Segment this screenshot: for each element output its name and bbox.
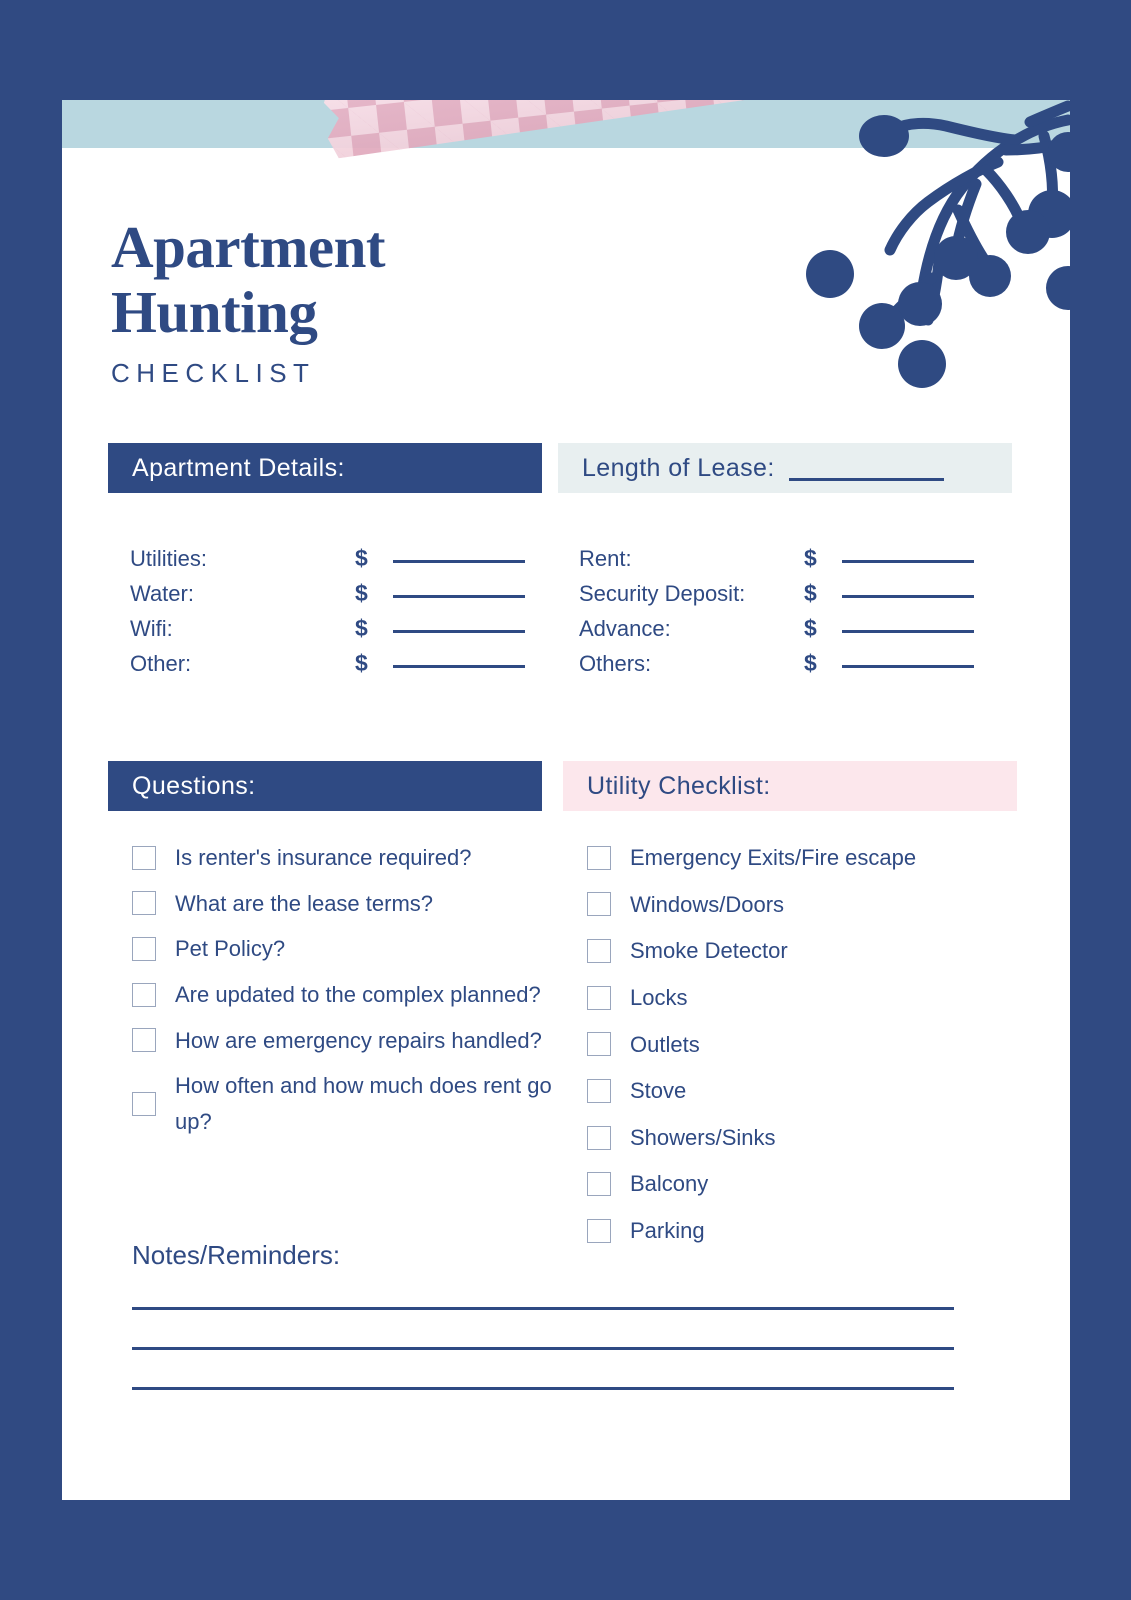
- field-input-rent[interactable]: [842, 560, 974, 563]
- section-header-length-of-lease-label: Length of Lease:: [582, 453, 775, 482]
- list-item[interactable]: Is renter's insurance required?: [132, 840, 552, 876]
- field-input-advance[interactable]: [842, 630, 974, 633]
- field-input-other[interactable]: [393, 665, 525, 668]
- list-item[interactable]: Showers/Sinks: [587, 1120, 1017, 1156]
- list-item-label: Are updated to the complex planned?: [175, 981, 541, 1007]
- field-row: Rent: $: [579, 545, 999, 580]
- utility-checklist-list: Emergency Exits/Fire escape Windows/Door…: [587, 840, 1017, 1260]
- notes-line-2[interactable]: [132, 1347, 954, 1350]
- field-row: Wifi: $: [130, 615, 550, 650]
- field-row: Advance: $: [579, 615, 999, 650]
- notes-line-3[interactable]: [132, 1387, 954, 1390]
- field-label: Rent:: [579, 546, 632, 571]
- section-header-utility-checklist: Utility Checklist:: [563, 761, 1017, 811]
- field-label: Wifi:: [130, 616, 173, 641]
- checkbox-icon[interactable]: [587, 1172, 611, 1197]
- length-of-lease-input[interactable]: [788, 478, 944, 481]
- list-item-label: Smoke Detector: [630, 938, 788, 964]
- checkbox-icon[interactable]: [587, 1032, 611, 1057]
- currency-symbol: $: [804, 545, 817, 571]
- field-row: Utilities: $: [130, 545, 550, 580]
- page-title: Apartment Hunting CHECKLIST: [111, 214, 386, 389]
- section-header-apartment-details: Apartment Details:: [108, 443, 542, 493]
- list-item[interactable]: Outlets: [587, 1027, 1017, 1063]
- section-header-length-of-lease: Length of Lease:: [558, 443, 1012, 493]
- checkbox-icon[interactable]: [587, 845, 611, 870]
- title-line-2: Hunting: [111, 279, 318, 345]
- field-input-water[interactable]: [393, 595, 525, 598]
- list-item[interactable]: Balcony: [587, 1166, 1017, 1202]
- currency-symbol: $: [804, 615, 817, 641]
- notes-line-1[interactable]: [132, 1307, 954, 1310]
- field-label: Security Deposit:: [579, 581, 746, 606]
- checkbox-icon[interactable]: [587, 1078, 611, 1103]
- field-label: Advance:: [579, 616, 671, 641]
- field-row: Security Deposit: $: [579, 580, 999, 615]
- checkbox-icon[interactable]: [132, 891, 156, 916]
- lease-cost-fields: Rent: $ Security Deposit: $ Advance: $ O…: [579, 545, 999, 685]
- section-header-apartment-details-label: Apartment Details:: [132, 453, 345, 482]
- field-label: Utilities:: [130, 546, 208, 571]
- list-item[interactable]: Smoke Detector: [587, 933, 1017, 969]
- list-item[interactable]: Windows/Doors: [587, 887, 1017, 923]
- notes-title: Notes/Reminders:: [132, 1240, 341, 1270]
- title-line-1: Apartment: [111, 214, 386, 280]
- checkbox-icon[interactable]: [587, 1125, 611, 1150]
- field-row: Others: $: [579, 650, 999, 685]
- field-row: Other: $: [130, 650, 550, 685]
- list-item-label: Is renter's insurance required?: [175, 845, 472, 870]
- notes-section: Notes/Reminders:: [132, 1240, 954, 1427]
- field-label: Others:: [579, 651, 652, 676]
- section-header-utility-checklist-label: Utility Checklist:: [587, 771, 771, 800]
- currency-symbol: $: [804, 580, 817, 606]
- checklist-card: Apartment Hunting CHECKLIST Apartment De…: [62, 100, 1070, 1500]
- field-input-wifi[interactable]: [393, 630, 525, 633]
- list-item[interactable]: Are updated to the complex planned?: [132, 977, 552, 1013]
- field-input-others[interactable]: [842, 665, 974, 668]
- list-item[interactable]: Pet Policy?: [132, 931, 552, 967]
- list-item[interactable]: What are the lease terms?: [132, 886, 552, 922]
- field-label: Water:: [130, 581, 194, 606]
- currency-symbol: $: [804, 650, 817, 676]
- checkbox-icon[interactable]: [132, 982, 156, 1007]
- apartment-details-fields: Utilities: $ Water: $ Wifi: $ Other: $: [130, 545, 550, 685]
- list-item[interactable]: Stove: [587, 1073, 1017, 1109]
- list-item-label: What are the lease terms?: [175, 890, 434, 916]
- checkbox-icon[interactable]: [132, 1091, 156, 1116]
- list-item-label: Emergency Exits/Fire escape: [630, 845, 917, 870]
- list-item[interactable]: How are emergency repairs handled?: [132, 1023, 552, 1059]
- section-header-questions-label: Questions:: [132, 771, 256, 800]
- list-item-label: Locks: [630, 984, 688, 1010]
- currency-symbol: $: [355, 580, 368, 606]
- checkbox-icon[interactable]: [132, 937, 156, 962]
- list-item-label: Showers/Sinks: [630, 1124, 776, 1150]
- field-input-utilities[interactable]: [393, 560, 525, 563]
- list-item-label: Stove: [630, 1078, 687, 1104]
- field-row: Water: $: [130, 580, 550, 615]
- list-item-label: Pet Policy?: [175, 936, 286, 962]
- list-item-label: Balcony: [630, 1171, 709, 1197]
- section-header-questions: Questions:: [108, 761, 542, 811]
- list-item[interactable]: How often and how much does rent go up?: [132, 1068, 552, 1139]
- checkbox-icon[interactable]: [587, 939, 611, 964]
- list-item-label: Windows/Doors: [630, 891, 785, 917]
- list-item[interactable]: Locks: [587, 980, 1017, 1016]
- checkbox-icon[interactable]: [587, 892, 611, 917]
- list-item-label: How are emergency repairs handled?: [175, 1027, 542, 1053]
- checkbox-icon[interactable]: [587, 985, 611, 1010]
- currency-symbol: $: [355, 650, 368, 676]
- currency-symbol: $: [355, 545, 368, 571]
- field-input-security-deposit[interactable]: [842, 595, 974, 598]
- questions-list: Is renter's insurance required? What are…: [132, 840, 552, 1149]
- list-item[interactable]: Emergency Exits/Fire escape: [587, 840, 1017, 876]
- checkbox-icon[interactable]: [132, 1028, 156, 1053]
- currency-symbol: $: [355, 615, 368, 641]
- list-item-label: How often and how much does rent go up?: [175, 1073, 552, 1134]
- checkbox-icon[interactable]: [132, 845, 156, 870]
- list-item-label: Outlets: [630, 1031, 700, 1057]
- field-label: Other:: [130, 651, 192, 676]
- page-subtitle: CHECKLIST: [111, 358, 316, 388]
